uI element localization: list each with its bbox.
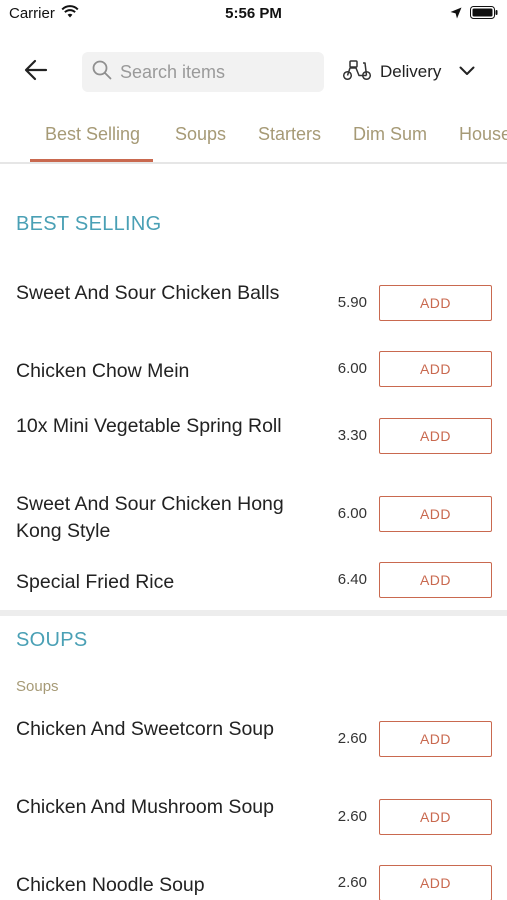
item-name: Chicken And Mushroom Soup (16, 796, 274, 818)
tab-soups[interactable]: Soups (175, 124, 226, 145)
item-price: 6.00 (337, 360, 367, 377)
item-name: Chicken And Sweetcorn Soup (16, 718, 274, 740)
add-button[interactable]: ADD (379, 285, 492, 321)
add-button[interactable]: ADD (379, 799, 492, 835)
section-divider (0, 610, 507, 616)
search-icon (92, 60, 112, 85)
add-button[interactable]: ADD (379, 562, 492, 598)
section-subtitle: Soups (16, 678, 59, 695)
item-name: Sweet And Sour Chicken Balls (16, 282, 280, 304)
location-arrow-icon (450, 6, 462, 24)
delivery-label: Delivery (380, 62, 442, 81)
item-price: 6.40 (337, 571, 367, 588)
add-button[interactable]: ADD (379, 496, 492, 532)
item-name: Chicken Chow Mein (16, 360, 190, 382)
scooter-icon (342, 59, 372, 86)
item-price: 5.90 (337, 294, 367, 311)
add-button[interactable]: ADD (379, 865, 492, 900)
item-name: Sweet And Sour Chicken Hong Kong Style (16, 493, 284, 542)
active-tab-indicator (30, 159, 153, 162)
add-button[interactable]: ADD (379, 721, 492, 757)
tab-dim-sum[interactable]: Dim Sum (353, 124, 427, 145)
battery-icon (470, 6, 498, 24)
category-tabs: Best Selling Soups Starters Dim Sum Hous… (0, 112, 507, 164)
tab-starters[interactable]: Starters (258, 124, 321, 145)
item-price: 3.30 (337, 427, 367, 444)
tab-best-selling[interactable]: Best Selling (45, 124, 140, 145)
item-name: Special Fried Rice (16, 571, 175, 593)
item-price: 2.60 (337, 808, 367, 825)
search-box[interactable] (82, 52, 324, 92)
tab-house[interactable]: House (459, 124, 507, 145)
back-button[interactable] (20, 56, 52, 88)
item-price: 6.00 (337, 505, 367, 522)
status-time: 5:56 PM (225, 5, 282, 22)
item-name: Chicken Noodle Soup (16, 874, 205, 896)
item-price: 2.60 (337, 874, 367, 891)
add-button[interactable]: ADD (379, 351, 492, 387)
search-input[interactable] (120, 61, 310, 83)
back-arrow-icon (24, 59, 48, 86)
item-price: 2.60 (337, 730, 367, 747)
section-title-best-selling: BEST SELLING (16, 213, 162, 235)
item-name: 10x Mini Vegetable Spring Roll (16, 415, 282, 437)
header: Delivery (0, 44, 507, 100)
status-bar: Carrier 5:56 PM (0, 0, 507, 30)
delivery-selector[interactable]: Delivery (342, 56, 475, 88)
status-right (450, 6, 498, 24)
add-button[interactable]: ADD (379, 418, 492, 454)
chevron-down-icon (459, 63, 475, 81)
section-title-soups: SOUPS (16, 629, 88, 651)
